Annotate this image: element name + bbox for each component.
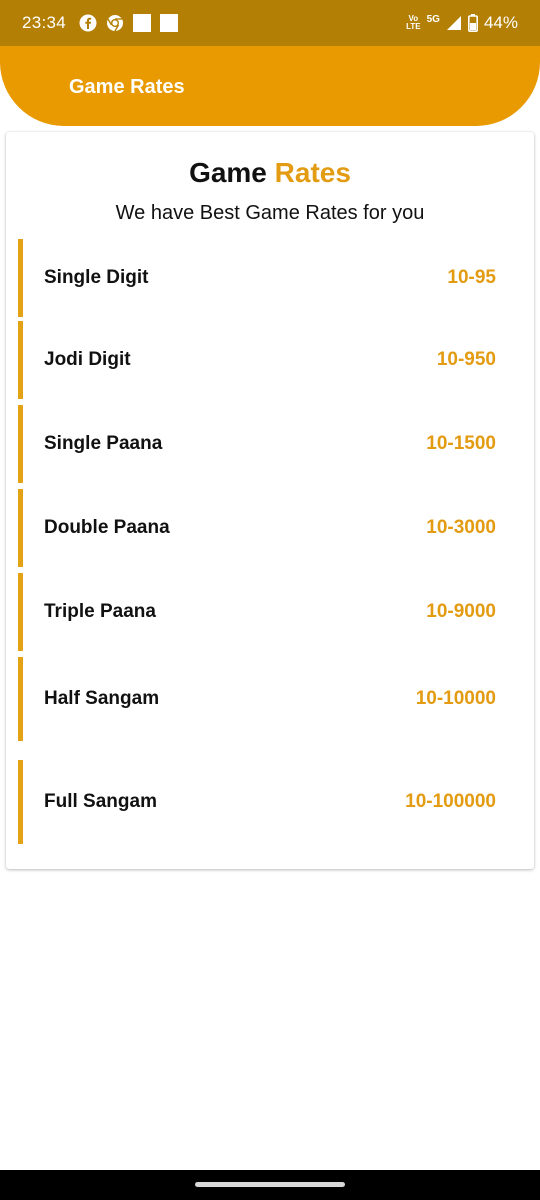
app-bar-title: Game Rates bbox=[69, 76, 185, 98]
rate-value: 10-1500 bbox=[426, 433, 496, 454]
rate-row-jodi-digit: Jodi Digit 10-950 bbox=[18, 321, 496, 399]
card-title-accent: Rates bbox=[274, 157, 351, 188]
rate-value: 10-3000 bbox=[426, 517, 496, 538]
network-type: 5G bbox=[426, 13, 440, 25]
rate-row-full-sangam: Full Sangam 10-100000 bbox=[18, 760, 496, 844]
rate-name: Half Sangam bbox=[44, 688, 160, 709]
rate-name: Triple Paana bbox=[44, 601, 156, 622]
signal-icon bbox=[446, 15, 462, 31]
rate-name: Jodi Digit bbox=[44, 349, 131, 370]
system-nav-bar bbox=[0, 1170, 540, 1200]
home-gesture-handle[interactable] bbox=[195, 1182, 345, 1187]
game-rates-card: Game Rates We have Best Game Rates for y… bbox=[6, 132, 534, 869]
rate-value: 10-9000 bbox=[426, 601, 496, 622]
battery-percentage: 44% bbox=[483, 13, 518, 32]
card-title: Game Rates bbox=[6, 157, 534, 189]
rate-row-half-sangam: Half Sangam 10-10000 bbox=[18, 657, 496, 741]
card-subtitle: We have Best Game Rates for you bbox=[115, 202, 425, 224]
card-title-main: Game bbox=[189, 157, 275, 188]
rate-value: 10-100000 bbox=[405, 791, 496, 812]
notification-square-icon bbox=[160, 14, 179, 32]
rate-name: Single Paana bbox=[44, 433, 163, 454]
rate-value: 10-10000 bbox=[415, 688, 496, 709]
battery-icon bbox=[467, 14, 478, 32]
volte-indicator: Vo LTE bbox=[406, 15, 421, 31]
rate-name: Single Digit bbox=[44, 267, 149, 288]
rate-name: Full Sangam bbox=[44, 791, 157, 812]
status-right-group: Vo LTE 5G 44% bbox=[406, 13, 518, 33]
rate-value: 10-95 bbox=[447, 267, 496, 288]
rate-value: 10-950 bbox=[436, 349, 496, 370]
status-time: 23:34 bbox=[22, 13, 67, 32]
rate-row-single-digit: Single Digit 10-95 bbox=[18, 239, 496, 317]
chrome-icon bbox=[106, 14, 124, 32]
rate-row-single-paana: Single Paana 10-1500 bbox=[18, 405, 496, 483]
rate-name: Double Paana bbox=[44, 517, 170, 538]
rate-row-triple-paana: Triple Paana 10-9000 bbox=[18, 573, 496, 651]
facebook-icon bbox=[79, 14, 97, 32]
status-bar: 23:34 Vo LTE 5G 44% bbox=[0, 0, 540, 46]
notification-square-icon bbox=[133, 14, 152, 32]
app-bar: Game Rates bbox=[0, 46, 540, 126]
rate-row-double-paana: Double Paana 10-3000 bbox=[18, 489, 496, 567]
status-left-group: 23:34 bbox=[22, 13, 179, 33]
volte-line2: LTE bbox=[406, 22, 421, 31]
